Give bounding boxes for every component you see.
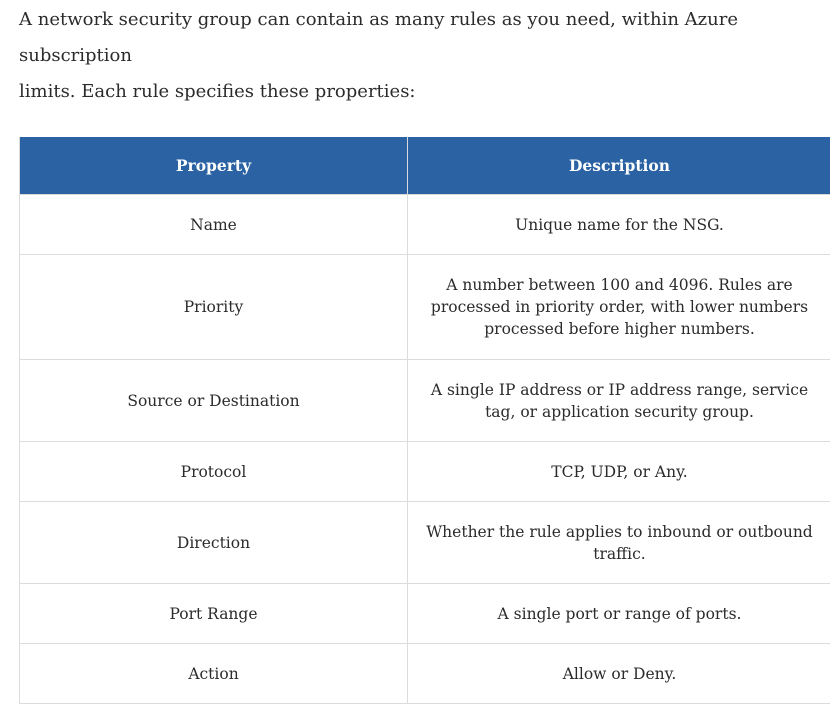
property-cell: Protocol (20, 442, 408, 502)
table-row: Direction Whether the rule applies to in… (20, 502, 830, 584)
description-cell: Whether the rule applies to inbound or o… (408, 502, 830, 584)
header-property: Property (20, 137, 408, 195)
table-header-row: Property Description (20, 137, 830, 195)
property-cell: Direction (20, 502, 408, 584)
description-cell: A single port or range of ports. (408, 584, 830, 644)
table-row: Priority A number between 100 and 4096. … (20, 255, 830, 360)
description-cell: A single IP address or IP address range,… (408, 360, 830, 442)
nsg-rule-properties-table: Property Description Name Unique name fo… (19, 137, 830, 704)
property-cell: Source or Destination (20, 360, 408, 442)
intro-paragraph: A network security group can contain as … (19, 2, 819, 110)
intro-line-2: limits. Each rule specifies these proper… (19, 81, 416, 102)
description-cell: Allow or Deny. (408, 644, 830, 704)
description-cell: Unique name for the NSG. (408, 195, 830, 255)
table-row: Protocol TCP, UDP, or Any. (20, 442, 830, 502)
table-row: Port Range A single port or range of por… (20, 584, 830, 644)
table-row: Name Unique name for the NSG. (20, 195, 830, 255)
property-cell: Action (20, 644, 408, 704)
table-row: Action Allow or Deny. (20, 644, 830, 704)
property-cell: Port Range (20, 584, 408, 644)
table-row: Source or Destination A single IP addres… (20, 360, 830, 442)
description-cell: A number between 100 and 4096. Rules are… (408, 255, 830, 360)
description-cell: TCP, UDP, or Any. (408, 442, 830, 502)
intro-line-1: A network security group can contain as … (19, 9, 738, 66)
header-description: Description (408, 137, 830, 195)
property-cell: Name (20, 195, 408, 255)
property-cell: Priority (20, 255, 408, 360)
